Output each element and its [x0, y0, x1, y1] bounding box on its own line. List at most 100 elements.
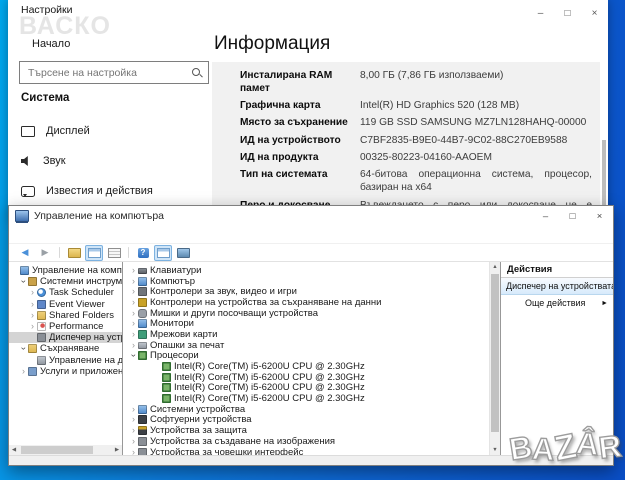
- chevron-icon[interactable]: [129, 330, 138, 339]
- device-item[interactable]: Мрежови карти: [123, 329, 500, 340]
- chevron-icon[interactable]: [19, 344, 28, 353]
- minimize-button[interactable]: –: [527, 5, 554, 21]
- device-item[interactable]: Процесори: [123, 351, 500, 362]
- system-devices-icon: [138, 405, 147, 414]
- show-tree-icon[interactable]: [85, 245, 103, 261]
- vasko-watermark: ВАСКО: [19, 12, 111, 41]
- device-item[interactable]: Устройства за създаване на изображения: [123, 436, 500, 447]
- tree-item[interactable]: Shared Folders: [9, 310, 122, 321]
- actions-more-item[interactable]: Още действия ►: [501, 295, 613, 311]
- actions-device-manager-item[interactable]: Диспечер на устройствата ▲: [501, 278, 613, 295]
- show-actions-icon[interactable]: [154, 245, 172, 261]
- tree-item[interactable]: Управление на дисковете: [9, 355, 122, 366]
- close-button[interactable]: ×: [581, 5, 608, 21]
- search-input[interactable]: [26, 66, 191, 80]
- chevron-icon[interactable]: [28, 322, 37, 331]
- chevron-icon[interactable]: [28, 288, 37, 297]
- tree-item[interactable]: Системни инструменти: [9, 276, 122, 287]
- sidebar-item[interactable]: Известия и действия: [8, 176, 204, 206]
- sidebar-item[interactable]: Звук: [8, 146, 204, 176]
- vertical-scrollbar[interactable]: ▲ ▼: [489, 262, 500, 455]
- chevron-icon[interactable]: [129, 298, 138, 307]
- chevron-icon[interactable]: [129, 277, 138, 286]
- chevron-icon[interactable]: [19, 277, 28, 286]
- horizontal-scrollbar[interactable]: ◀ ▶: [9, 445, 122, 455]
- minimize-button[interactable]: –: [532, 209, 559, 224]
- chevron-icon[interactable]: [129, 341, 138, 350]
- chevron-icon[interactable]: [28, 311, 37, 320]
- imaging-devices-icon: [138, 437, 147, 446]
- scrollbar-thumb[interactable]: [21, 446, 93, 454]
- chevron-icon[interactable]: [129, 405, 138, 414]
- forward-arrow-icon[interactable]: [36, 245, 54, 261]
- tree-item[interactable]: Управление на компютъра (локален): [9, 265, 122, 276]
- sidebar-item-home[interactable]: Начало: [21, 38, 70, 50]
- chevron-icon[interactable]: [28, 300, 37, 309]
- remote-icon[interactable]: [174, 245, 192, 261]
- tree-item[interactable]: Диспечер на устройствата: [9, 332, 122, 343]
- device-item[interactable]: Компютър: [123, 276, 500, 287]
- sound-icon: [21, 156, 32, 167]
- tree-item[interactable]: Услуги и приложения: [9, 366, 122, 377]
- device-item[interactable]: Мишки и други посочващи устройства: [123, 308, 500, 319]
- back-arrow-icon[interactable]: [16, 245, 34, 261]
- device-item[interactable]: Софтуерни устройства: [123, 415, 500, 426]
- cpu-icon: [162, 362, 171, 371]
- scroll-left-icon[interactable]: ◀: [9, 447, 19, 453]
- spec-value: 64-битова операционна система, процесор,…: [360, 169, 592, 195]
- tree-item[interactable]: Performance: [9, 321, 122, 332]
- close-button[interactable]: ×: [586, 209, 613, 224]
- settings-sidebar: Дисплей Звук Известия и действия: [8, 116, 204, 206]
- device-item[interactable]: Контролери за звук, видео и игри: [123, 286, 500, 297]
- chevron-icon[interactable]: [129, 437, 138, 446]
- chevron-icon[interactable]: [129, 309, 138, 318]
- chevron-icon[interactable]: [129, 287, 138, 296]
- device-item[interactable]: Контролери на устройства за съхраняване …: [123, 297, 500, 308]
- home-label: Начало: [32, 38, 70, 50]
- device-item-label: Контролери за звук, видео и игри: [150, 286, 297, 297]
- scroll-down-icon[interactable]: ▼: [490, 447, 500, 453]
- chevron-icon[interactable]: [129, 415, 138, 424]
- properties-icon[interactable]: [105, 245, 123, 261]
- mouse-icon: [138, 309, 147, 318]
- chevron-icon[interactable]: [129, 448, 138, 455]
- scroll-up-icon[interactable]: ▲: [490, 264, 500, 270]
- chevron-icon[interactable]: [129, 426, 138, 435]
- chevron-icon[interactable]: [129, 266, 138, 275]
- device-item[interactable]: Монитори: [123, 318, 500, 329]
- chevron-icon[interactable]: [19, 367, 28, 376]
- chevron-icon[interactable]: [129, 351, 138, 360]
- up-folder-icon[interactable]: [65, 245, 83, 261]
- tree-item[interactable]: Съхраняване: [9, 343, 122, 354]
- maximize-button[interactable]: □: [559, 209, 586, 224]
- device-item-label: Intel(R) Core(TM) i5-6200U CPU @ 2.30GHz: [174, 382, 365, 393]
- device-item[interactable]: Intel(R) Core(TM) i5-6200U CPU @ 2.30GHz: [123, 393, 500, 404]
- sound-controller-icon: [138, 287, 147, 296]
- tree-item[interactable]: Event Viewer: [9, 299, 122, 310]
- sidebar-item-label: Дисплей: [46, 125, 90, 137]
- device-item[interactable]: Устройства за защита: [123, 425, 500, 436]
- separator: [59, 247, 60, 258]
- device-item[interactable]: Intel(R) Core(TM) i5-6200U CPU @ 2.30GHz: [123, 372, 500, 383]
- chevron-icon[interactable]: [129, 319, 138, 328]
- device-item-label: Компютър: [150, 276, 195, 287]
- device-item[interactable]: Intel(R) Core(TM) i5-6200U CPU @ 2.30GHz: [123, 361, 500, 372]
- device-item[interactable]: Системни устройства: [123, 404, 500, 415]
- device-item[interactable]: Опашки за печат: [123, 340, 500, 351]
- cm-window-controls: – □ ×: [532, 209, 613, 224]
- device-item[interactable]: Устройства за човешки интерфейс: [123, 447, 500, 455]
- settings-search-box[interactable]: [19, 61, 209, 84]
- settings-scrollbar[interactable]: [602, 140, 606, 212]
- tree-item-label: Shared Folders: [49, 310, 114, 321]
- scrollbar-thumb[interactable]: [491, 274, 499, 432]
- device-item[interactable]: Клавиатури: [123, 265, 500, 276]
- scroll-right-icon[interactable]: ▶: [112, 447, 122, 453]
- sidebar-item[interactable]: Дисплей: [8, 116, 204, 146]
- help-icon[interactable]: [134, 245, 152, 261]
- device-item[interactable]: Intel(R) Core(TM) i5-6200U CPU @ 2.30GHz: [123, 383, 500, 394]
- storage-icon: [28, 344, 37, 353]
- sidebar-item-label: Звук: [43, 155, 66, 167]
- device-item-label: Клавиатури: [150, 265, 201, 276]
- tree-item[interactable]: Task Scheduler: [9, 287, 122, 298]
- maximize-button[interactable]: □: [554, 5, 581, 21]
